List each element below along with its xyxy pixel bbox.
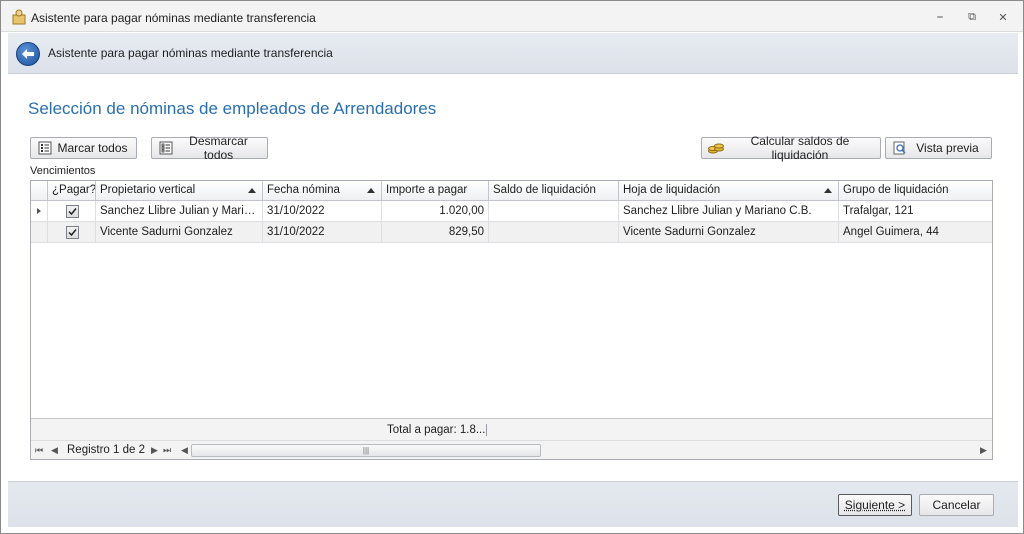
scroll-left-icon[interactable]: ◀ (181, 445, 188, 456)
column-header-owner-label: Propietario vertical (100, 184, 196, 196)
first-record-icon[interactable]: ⏮ (35, 445, 43, 456)
sheet-cell[interactable]: Vicente Sadurni Gonzalez (619, 222, 839, 243)
preview-label: Vista previa (916, 141, 979, 155)
column-header-pay[interactable]: ¿Pagar? (48, 181, 96, 201)
column-header-owner[interactable]: Propietario vertical (96, 181, 263, 201)
cancel-button[interactable]: Cancelar (919, 494, 994, 516)
calculate-balances-button[interactable]: Calcular saldos de liquidación (701, 134, 881, 162)
pay-cell (48, 222, 96, 243)
column-header-sheet-label: Hoja de liquidación (623, 184, 721, 196)
unmark-all-button[interactable]: Desmarcar todos (151, 134, 268, 162)
sort-ascending-icon (824, 188, 832, 193)
column-header-amount[interactable]: Importe a pagar (382, 181, 489, 201)
preview-button[interactable]: Vista previa (885, 137, 992, 159)
main-content: Selección de nóminas de empleados de Arr… (8, 75, 1018, 481)
app-icon (12, 9, 26, 25)
window-title: Asistente para pagar nóminas mediante tr… (31, 11, 316, 25)
amount-cell[interactable]: 829,50 (382, 222, 489, 243)
amount-cell[interactable]: 1.020,00 (382, 201, 489, 222)
next-label: Siguiente > (844, 498, 906, 512)
previous-record-icon[interactable]: ◀ (51, 445, 58, 456)
grid-summary-footer: Total a pagar: 1.8... (31, 418, 992, 440)
column-header-date-label: Fecha nómina (267, 184, 340, 196)
balance-cell[interactable] (489, 222, 619, 243)
next-button[interactable]: Siguiente > (838, 494, 912, 516)
checklist-icon (37, 140, 53, 156)
table-row[interactable]: Sanchez Llibre Julian y Mariano C.B. 31/… (31, 201, 992, 222)
row-indicator-header (31, 181, 48, 201)
current-row-arrow-icon (37, 208, 41, 214)
wizard-footer: Siguiente > Cancelar (8, 481, 1018, 527)
header-title: Asistente para pagar nóminas mediante tr… (48, 46, 333, 60)
unchecked-list-icon (158, 140, 174, 156)
row-indicator (31, 201, 48, 222)
calculate-balances-label: Calcular saldos de liquidación (750, 134, 850, 162)
total-to-pay: Total a pagar: 1.8... (387, 424, 487, 436)
maximize-button[interactable]: ⧉ (961, 8, 983, 26)
sheet-cell[interactable]: Sanchez Llibre Julian y Mariano C.B. (619, 201, 839, 222)
sort-ascending-icon (367, 188, 375, 193)
column-header-date[interactable]: Fecha nómina (263, 181, 382, 201)
next-record-icon[interactable]: ▶ (151, 445, 158, 456)
group-cell[interactable]: Angel Guimera, 44 (839, 222, 992, 243)
back-arrow-icon[interactable] (16, 42, 40, 66)
pay-checkbox[interactable] (66, 226, 79, 239)
last-record-icon[interactable]: ⏭ (163, 445, 171, 456)
unmark-all-label: Desmarcar todos (189, 134, 248, 162)
record-position: Registro 1 de 2 (67, 444, 145, 456)
wizard-window: Asistente para pagar nóminas mediante tr… (0, 0, 1024, 534)
column-header-balance[interactable]: Saldo de liquidación (489, 181, 619, 201)
close-button[interactable]: ✕ (992, 8, 1014, 26)
preview-magnifier-icon (892, 140, 908, 156)
coins-icon (708, 140, 724, 156)
column-header-group[interactable]: Grupo de liquidación (839, 181, 992, 201)
wizard-header: Asistente para pagar nóminas mediante tr… (8, 33, 1018, 74)
scroll-right-icon[interactable]: ▶ (980, 445, 987, 456)
pay-checkbox[interactable] (66, 205, 79, 218)
sort-ascending-icon (248, 188, 256, 193)
owner-cell[interactable]: Vicente Sadurni Gonzalez (96, 222, 263, 243)
grid-caption: Vencimientos (30, 165, 96, 177)
title-bar: Asistente para pagar nóminas mediante tr… (1, 1, 1023, 32)
payroll-grid: ¿Pagar? Propietario vertical Fecha nómin… (30, 180, 993, 460)
date-cell[interactable]: 31/10/2022 (263, 222, 382, 243)
page-title: Selección de nóminas de empleados de Arr… (28, 99, 437, 118)
grid-header: ¿Pagar? Propietario vertical Fecha nómin… (31, 181, 992, 201)
horizontal-scrollbar-thumb[interactable]: ||| (191, 444, 541, 457)
table-row[interactable]: Vicente Sadurni Gonzalez 31/10/2022 829,… (31, 222, 992, 243)
minimize-button[interactable]: ⎯ (929, 8, 951, 26)
group-cell[interactable]: Trafalgar, 121 (839, 201, 992, 222)
cancel-label: Cancelar (932, 498, 981, 512)
mark-all-label: Marcar todos (57, 141, 128, 155)
pay-cell (48, 201, 96, 222)
row-indicator (31, 222, 48, 243)
date-cell[interactable]: 31/10/2022 (263, 201, 382, 222)
balance-cell[interactable] (489, 201, 619, 222)
owner-cell[interactable]: Sanchez Llibre Julian y Mariano C.B. (96, 201, 263, 222)
column-header-sheet[interactable]: Hoja de liquidación (619, 181, 839, 201)
grid-navigator: ⏮ ◀ Registro 1 de 2 ▶ ⏭ ◀ ||| ▶ (31, 440, 992, 459)
mark-all-button[interactable]: Marcar todos (30, 137, 137, 159)
